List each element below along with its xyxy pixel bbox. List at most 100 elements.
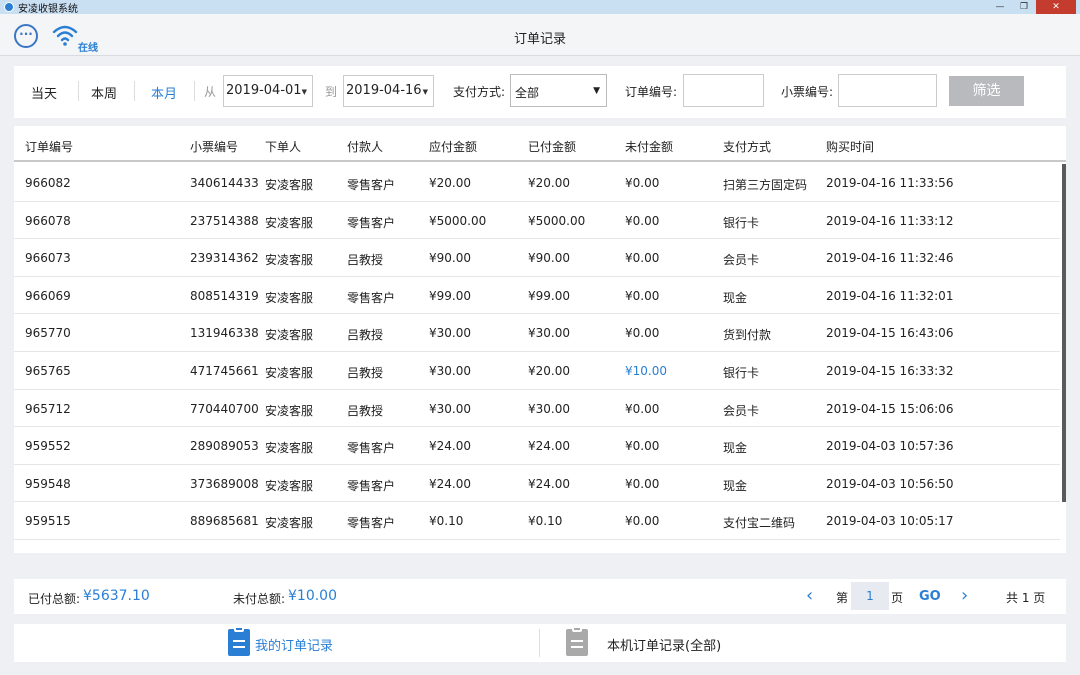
- unpaid-total-label: 未付总额:: [233, 592, 286, 606]
- table-row[interactable]: 966078 237514388 安凌客服 零售客户 ¥5000.00 ¥5000.00 ¥…: [14, 202, 1060, 240]
- col-payer-cell: 吕教授: [347, 328, 384, 343]
- col-time-cell: 2019-04-16 11:33:12: [826, 213, 954, 228]
- col-order-no-header: 订单编号: [25, 140, 74, 154]
- col-creator-cell: 安凌客服: [265, 328, 314, 343]
- divider: [194, 81, 195, 101]
- col-unpaid-cell: ¥0.00: [625, 176, 660, 190]
- col-due-cell: ¥30.00: [429, 363, 471, 378]
- col-unpaid-cell: ¥10.00: [625, 363, 667, 378]
- app-header: ··· 在线 订单记录: [0, 14, 1080, 56]
- col-creator-cell: 安凌客服: [265, 365, 314, 380]
- to-date-value: 2019-04-16: [346, 83, 422, 98]
- col-paid-cell: ¥30.00: [528, 401, 570, 416]
- table-row[interactable]: 959515 889685681 安凌客服 零售客户 ¥0.10 ¥0.10 ¥0.00 支付…: [14, 502, 1060, 540]
- page-number-input[interactable]: 1: [851, 582, 889, 610]
- col-payer-cell: 零售客户: [347, 290, 396, 305]
- tab-local-orders[interactable]: 本机订单记录(全部): [607, 635, 721, 654]
- col-creator-header: 下单人: [265, 140, 302, 154]
- table-row[interactable]: 966069 808514319 安凌客服 零售客户 ¥99.00 ¥99.00 ¥0.00…: [14, 277, 1060, 315]
- col-pay-method-header: 支付方式: [723, 140, 772, 154]
- col-ticket-no-header: 小票编号: [190, 140, 239, 154]
- col-paid-cell: ¥99.00: [528, 288, 570, 303]
- window-controls: — ❐ ✕: [988, 0, 1076, 14]
- window-titlebar: 安凌收银系统 — ❐ ✕: [0, 0, 1080, 15]
- col-due-cell: ¥99.00: [429, 288, 471, 303]
- filter-today[interactable]: 当天: [31, 83, 57, 102]
- col-payer-cell: 零售客户: [347, 178, 396, 192]
- col-due-cell: ¥0.10: [429, 514, 464, 529]
- unpaid-total-value: ¥10.00: [288, 588, 337, 604]
- col-paid-cell: ¥24.00: [528, 476, 570, 491]
- to-date-picker[interactable]: 2019-04-16 ▼: [343, 75, 434, 107]
- col-time-cell: 2019-04-15 16:33:32: [826, 363, 954, 378]
- ticket-no-input[interactable]: [838, 74, 937, 107]
- col-time-cell: 2019-04-16 11:33:56: [826, 176, 954, 190]
- col-creator-cell: 安凌客服: [265, 215, 314, 230]
- col-pay-method-cell: 现金: [723, 290, 748, 305]
- col-unpaid-cell: ¥0.00: [625, 213, 660, 228]
- col-payer-cell: 零售客户: [347, 478, 396, 493]
- col-due-cell: ¥24.00: [429, 476, 471, 491]
- table-row[interactable]: 966073 239314362 安凌客服 吕教授 ¥90.00 ¥90.00 ¥0.00 会…: [14, 239, 1060, 277]
- col-ticket-no-cell: 289089053: [190, 439, 259, 454]
- clipboard-icon: [566, 626, 588, 656]
- col-order-no-cell: 966082: [25, 176, 71, 190]
- col-time-cell: 2019-04-03 10:57:36: [826, 439, 954, 454]
- col-unpaid-header: 未付金额: [625, 140, 674, 154]
- col-unpaid-cell: ¥0.00: [625, 401, 660, 416]
- close-button[interactable]: ✕: [1036, 0, 1076, 14]
- col-paid-cell: ¥24.00: [528, 439, 570, 454]
- prev-page-icon[interactable]: ‹: [806, 585, 813, 606]
- table-header: 订单编号 小票编号 下单人 付款人 应付金额 已付金额 未付金额 支付方式 购买时间: [14, 126, 1066, 162]
- chevron-down-icon: ▼: [422, 88, 428, 96]
- col-due-cell: ¥5000.00: [429, 213, 487, 228]
- paid-total-value: ¥5637.10: [83, 588, 150, 604]
- col-pay-method-cell: 会员卡: [723, 403, 760, 418]
- order-no-input[interactable]: [683, 74, 764, 107]
- page-prefix: 第: [836, 591, 849, 605]
- col-order-no-cell: 959515: [25, 514, 71, 529]
- col-ticket-no-cell: 373689008: [190, 476, 259, 491]
- col-due-header: 应付金额: [429, 140, 478, 154]
- col-creator-cell: 安凌客服: [265, 441, 314, 456]
- maximize-button[interactable]: ❐: [1012, 0, 1036, 14]
- col-ticket-no-cell: 471745661: [190, 363, 259, 378]
- pay-method-label: 支付方式:: [453, 85, 506, 99]
- col-payer-cell: 吕教授: [347, 365, 384, 380]
- table-row[interactable]: 966082 340614433 安凌客服 零售客户 ¥20.00 ¥20.00 ¥0.00…: [14, 164, 1060, 202]
- col-order-no-cell: 959548: [25, 476, 71, 491]
- table-row[interactable]: 965765 471745661 安凌客服 吕教授 ¥30.00 ¥20.00 ¥10.00…: [14, 352, 1060, 390]
- col-due-cell: ¥20.00: [429, 176, 471, 190]
- vertical-scrollbar[interactable]: [1062, 164, 1066, 502]
- minimize-button[interactable]: —: [988, 0, 1012, 14]
- col-unpaid-cell: ¥0.00: [625, 326, 660, 341]
- table-row[interactable]: 959552 289089053 安凌客服 零售客户 ¥24.00 ¥24.00 ¥0.00…: [14, 427, 1060, 465]
- tab-my-orders[interactable]: 我的订单记录: [255, 635, 333, 654]
- table-row[interactable]: 965712 770440700 安凌客服 吕教授 ¥30.00 ¥30.00 ¥0.00 会…: [14, 390, 1060, 428]
- from-date-value: 2019-04-01: [226, 83, 302, 98]
- table-body: 966082 340614433 安凌客服 零售客户 ¥20.00 ¥20.00 ¥0.00…: [14, 164, 1060, 540]
- page-title: 订单记录: [513, 32, 566, 47]
- col-unpaid-cell: ¥0.00: [625, 514, 660, 529]
- col-order-no-cell: 966073: [25, 251, 71, 266]
- col-creator-cell: 安凌客服: [265, 178, 314, 192]
- col-creator-cell: 安凌客服: [265, 253, 314, 268]
- summary-bar: 已付总额: ¥5637.10 未付总额: ¥10.00 ‹ 第 1 页 GO ›…: [14, 579, 1066, 614]
- col-pay-method-cell: 银行卡: [723, 365, 760, 380]
- filter-this-month[interactable]: 本月: [151, 83, 177, 102]
- col-payer-cell: 零售客户: [347, 215, 396, 230]
- clipboard-icon: [228, 626, 250, 656]
- table-row[interactable]: 959548 373689008 安凌客服 零售客户 ¥24.00 ¥24.00 ¥0.00…: [14, 465, 1060, 503]
- col-time-cell: 2019-04-16 11:32:46: [826, 251, 954, 266]
- from-date-picker[interactable]: 2019-04-01 ▼: [223, 75, 313, 107]
- col-due-cell: ¥90.00: [429, 251, 471, 266]
- table-row[interactable]: 965770 131946338 安凌客服 吕教授 ¥30.00 ¥30.00 ¥0.00 货…: [14, 314, 1060, 352]
- go-button[interactable]: GO: [919, 589, 941, 604]
- col-payer-cell: 零售客户: [347, 516, 396, 531]
- col-time-cell: 2019-04-03 10:56:50: [826, 476, 954, 491]
- pay-method-select[interactable]: 全部 ▼: [510, 74, 607, 107]
- filter-this-week[interactable]: 本周: [91, 83, 117, 102]
- next-page-icon[interactable]: ›: [961, 585, 968, 606]
- col-ticket-no-cell: 808514319: [190, 288, 259, 303]
- filter-button[interactable]: 筛选: [949, 76, 1024, 106]
